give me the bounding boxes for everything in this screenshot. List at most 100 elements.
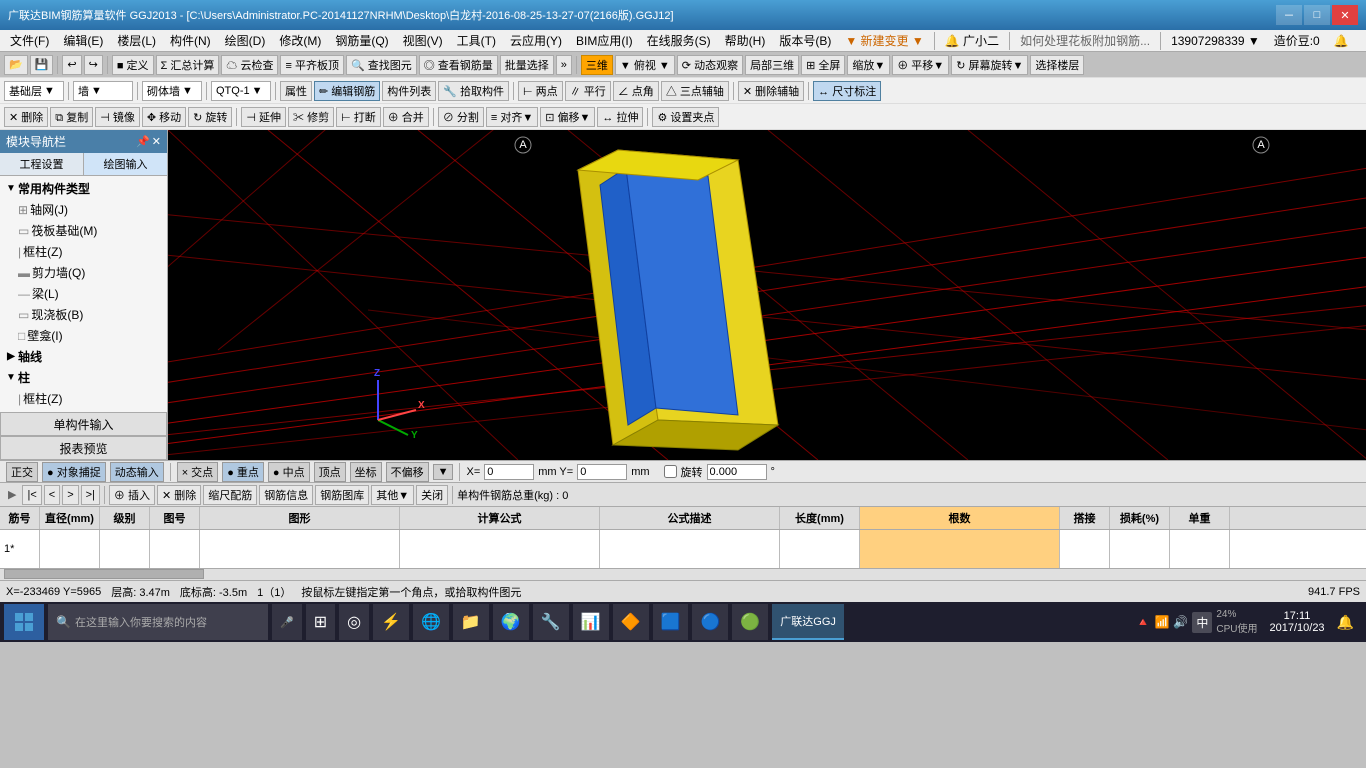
view-angle-button[interactable]: ▼ 俯视 ▼ xyxy=(615,55,675,75)
volume-icon[interactable]: 🔊 xyxy=(1173,615,1188,629)
taskbar-app-3[interactable]: ⚡ xyxy=(373,604,409,640)
rotate-toolbar-btn[interactable]: ↻ 旋转 xyxy=(188,107,232,127)
move-toolbar-btn[interactable]: ✥ 移动 xyxy=(142,107,186,127)
tree-kz[interactable]: | 框柱(Z) xyxy=(14,388,165,409)
maximize-button[interactable]: □ xyxy=(1304,5,1330,25)
taskbar-search[interactable]: 🔍 在这里输入你要搜索的内容 xyxy=(48,604,268,640)
menu-price[interactable]: 造价豆:0 xyxy=(1268,30,1326,51)
point-angle-button[interactable]: ∠ 点角 xyxy=(613,81,659,101)
ortho-btn[interactable]: 正交 xyxy=(6,462,38,482)
rebar-panel-indicator[interactable]: ▶ xyxy=(4,488,20,501)
align-toolbar-btn[interactable]: ≡ 对齐▼ xyxy=(486,107,538,127)
tree-cast-slab[interactable]: ▭ 现浇板(B) xyxy=(14,304,165,325)
fullscreen-button[interactable]: ⊞ 全屏 xyxy=(801,55,845,75)
view-rebar-button[interactable]: ◎ 查看钢筋量 xyxy=(419,55,498,75)
stretch-toolbar-btn[interactable]: ↔ 拉伸 xyxy=(597,107,643,127)
rebar-row-loss[interactable] xyxy=(1110,530,1170,568)
tree-frame-col[interactable]: | 框柱(Z) xyxy=(14,241,165,262)
rebar-row-figno[interactable] xyxy=(150,530,200,568)
zoom-button[interactable]: 缩放▼ xyxy=(847,55,890,75)
menu-file[interactable]: 文件(F) xyxy=(4,30,55,51)
tree-shear-wall[interactable]: ▬ 剪力墙(Q) xyxy=(14,262,165,283)
rebar-other-btn[interactable]: 其他▼ xyxy=(371,485,414,505)
rebar-insert-btn[interactable]: ⊕ 插入 xyxy=(109,485,155,505)
menu-floor[interactable]: 楼层(L) xyxy=(111,30,162,51)
object-snap-btn[interactable]: ● 对象捕捉 xyxy=(42,462,106,482)
rebar-scrollbar[interactable] xyxy=(0,568,1366,580)
delete-toolbar-btn[interactable]: ✕ 删除 xyxy=(4,107,48,127)
menu-modify[interactable]: 修改(M) xyxy=(273,30,327,51)
menu-cloud[interactable]: 云应用(Y) xyxy=(504,30,568,51)
close-button[interactable]: ✕ xyxy=(1332,5,1358,25)
menu-view[interactable]: 视图(V) xyxy=(397,30,449,51)
tree-axis-grid[interactable]: ⊞ 轴网(J) xyxy=(14,199,165,220)
base-layer-dropdown[interactable]: 基础层 ▼ xyxy=(4,81,64,101)
dynamic-view-button[interactable]: ⟳ 动态观察 xyxy=(677,55,743,75)
menu-notify[interactable]: 🔔 xyxy=(1328,32,1355,50)
align-top-button[interactable]: ≡ 平齐板顶 xyxy=(280,55,343,75)
tree-common-components[interactable]: ▼ 常用构件类型 xyxy=(2,178,165,199)
taskbar-app-12[interactable]: 🟢 xyxy=(732,604,768,640)
tree-column[interactable]: ▼ 柱 xyxy=(2,367,165,388)
menu-edit[interactable]: 编辑(E) xyxy=(57,30,109,51)
minimize-button[interactable]: － xyxy=(1276,5,1302,25)
taskbar-app-10[interactable]: 🟦 xyxy=(653,604,689,640)
find-element-button[interactable]: 🔍 查找图元 xyxy=(346,55,417,75)
rebar-next-btn[interactable]: > xyxy=(62,485,78,505)
partial-3d-button[interactable]: 局部三维 xyxy=(745,55,799,75)
wall-subtype-dropdown[interactable]: 砌体墙 ▼ xyxy=(142,81,202,101)
single-comp-input-btn[interactable]: 单构件输入 xyxy=(0,412,167,436)
set-fixture-btn[interactable]: ⚙ 设置夹点 xyxy=(652,107,719,127)
sum-calc-button[interactable]: Σ 汇总计算 xyxy=(156,55,220,75)
taskbar-ggj-active[interactable]: 广联达GGJ xyxy=(772,604,844,640)
tree-niche[interactable]: □ 壁龛(I) xyxy=(14,325,165,346)
dimension-button[interactable]: ↔ 尺寸标注 xyxy=(813,81,881,101)
menu-tools[interactable]: 工具(T) xyxy=(451,30,502,51)
property-button[interactable]: 属性 xyxy=(280,81,312,101)
menu-new-change[interactable]: ▼ 新建变更 ▼ xyxy=(839,30,929,51)
start-button[interactable] xyxy=(4,604,44,640)
pick-comp-button[interactable]: 🔧 拾取构件 xyxy=(438,81,509,101)
copy-toolbar-btn[interactable]: ⧉ 复制 xyxy=(50,107,93,127)
menu-help[interactable]: 帮助(H) xyxy=(719,30,772,51)
rebar-row-splice[interactable] xyxy=(1060,530,1110,568)
rebar-library-btn[interactable]: 钢筋图库 xyxy=(315,485,369,505)
rotate-checkbox[interactable] xyxy=(664,465,677,478)
edit-rebar-button[interactable]: ✏ 编辑钢筋 xyxy=(314,81,380,101)
redo-button[interactable]: ↪ xyxy=(84,55,103,75)
taskbar-app-8[interactable]: 📊 xyxy=(573,604,609,640)
menu-version[interactable]: 版本号(B) xyxy=(773,30,837,51)
taskbar-app-4[interactable]: 🌐 xyxy=(413,604,449,640)
rebar-scale-btn[interactable]: 缩尺配筋 xyxy=(203,485,257,505)
y-input[interactable] xyxy=(577,464,627,480)
menu-online[interactable]: 在线服务(S) xyxy=(641,30,717,51)
taskbar-app-9[interactable]: 🔶 xyxy=(613,604,649,640)
vertex-btn[interactable]: 顶点 xyxy=(314,462,346,482)
parallel-button[interactable]: ∥ 平行 xyxy=(565,81,611,101)
no-offset-btn[interactable]: 不偏移 xyxy=(386,462,429,482)
taskbar-app-5[interactable]: 📁 xyxy=(453,604,489,640)
wall-type-dropdown[interactable]: 墙 ▼ xyxy=(73,81,133,101)
menu-rebar-qty[interactable]: 钢筋量(Q) xyxy=(329,30,394,51)
trim-toolbar-btn[interactable]: ✂ 修剪 xyxy=(288,107,334,127)
midpoint-snap-btn[interactable]: ● 重点 xyxy=(222,462,264,482)
more-button[interactable]: » xyxy=(556,55,572,75)
save-button[interactable]: 💾 xyxy=(30,55,54,75)
rebar-prev-btn[interactable]: < xyxy=(44,485,60,505)
tree-raft-found[interactable]: ▭ 筏板基础(M) xyxy=(14,220,165,241)
split-toolbar-btn[interactable]: ⊘ 分割 xyxy=(438,107,484,127)
extend-toolbar-btn[interactable]: ⊣ 延伸 xyxy=(241,107,286,127)
panel-pin-btn[interactable]: 📌 xyxy=(136,135,150,148)
panel-close-btn[interactable]: ✕ xyxy=(152,135,161,148)
tree-axis[interactable]: ▶ 轴线 xyxy=(2,346,165,367)
define-button[interactable]: ■ 定义 xyxy=(112,55,154,75)
taskbar-app-11[interactable]: 🔵 xyxy=(692,604,728,640)
rotate-input[interactable] xyxy=(707,464,767,480)
rebar-info-btn[interactable]: 钢筋信息 xyxy=(259,485,313,505)
3d-button[interactable]: 三维 xyxy=(581,55,613,75)
two-point-button[interactable]: ⊢ 两点 xyxy=(518,81,563,101)
break-toolbar-btn[interactable]: ⊢ 打断 xyxy=(336,107,381,127)
nav-drawing-input[interactable]: 绘图输入 xyxy=(84,153,167,175)
rebar-close-btn[interactable]: 关闭 xyxy=(416,485,448,505)
network-icon[interactable]: 📶 xyxy=(1154,615,1169,629)
